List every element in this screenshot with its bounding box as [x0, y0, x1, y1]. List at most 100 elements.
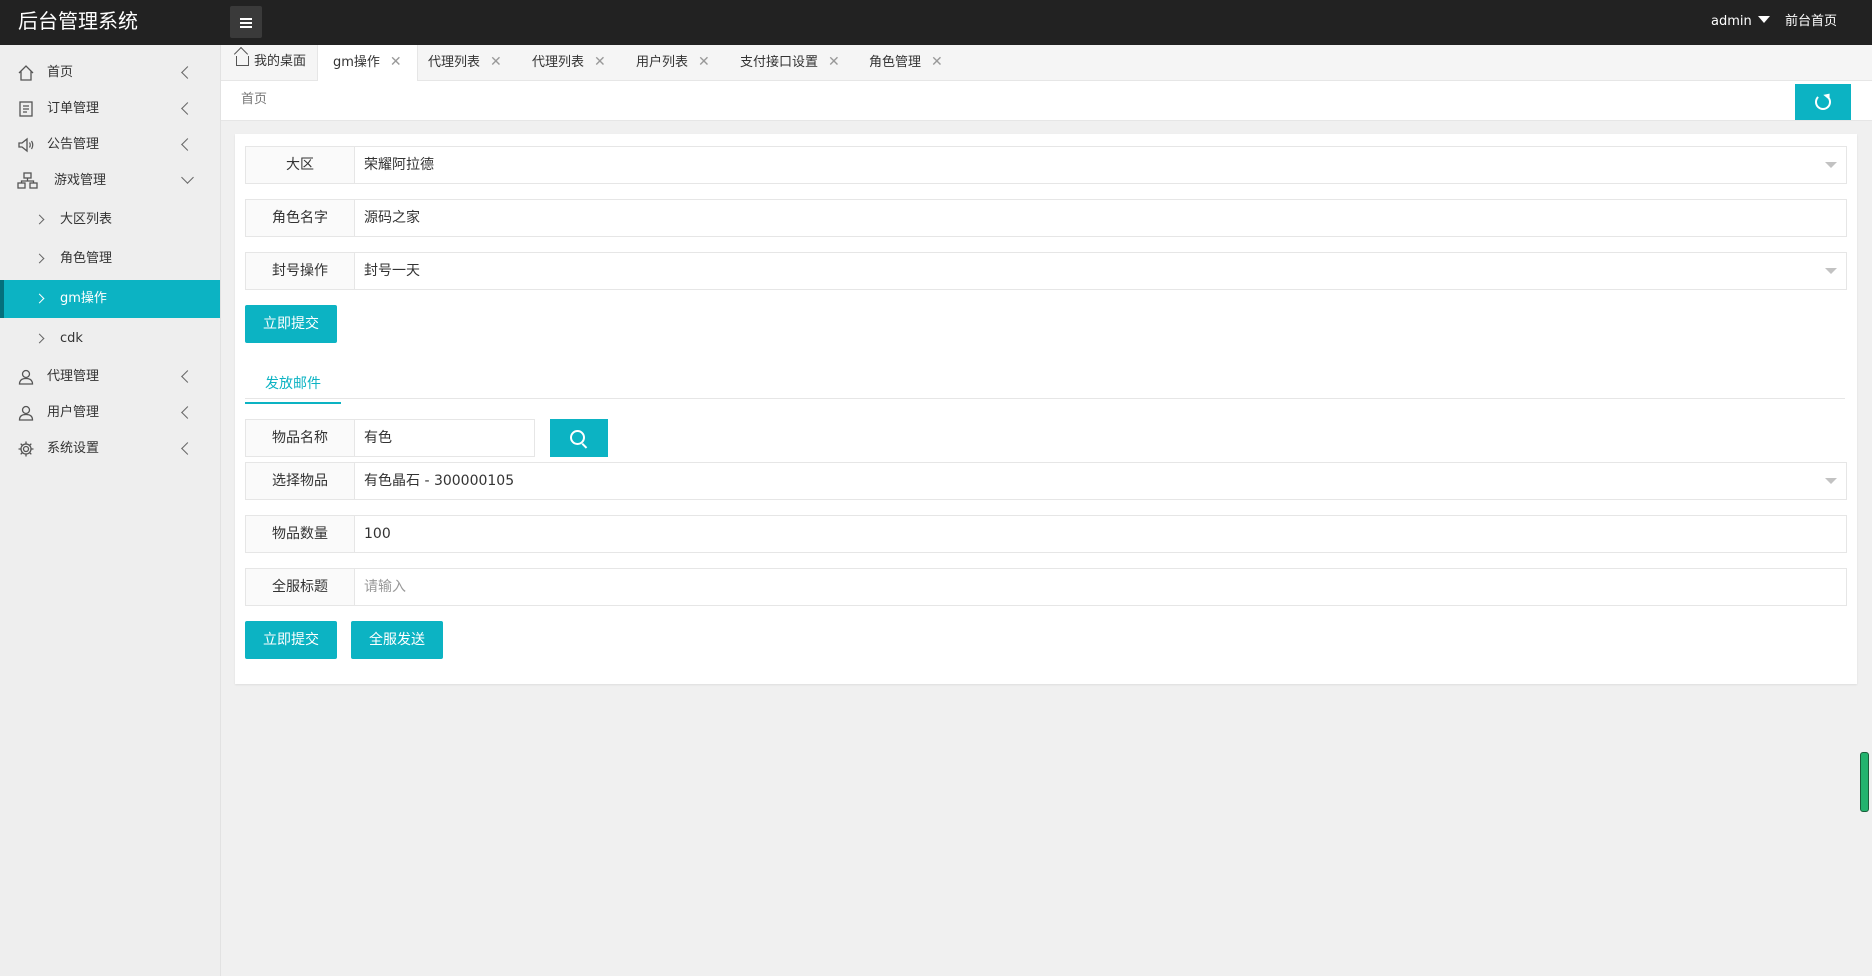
sidebar-subitem-gm[interactable]: gm操作: [0, 280, 220, 318]
sidebar-item-label: 用户管理: [47, 405, 100, 420]
mail-submit-button[interactable]: 立即提交: [245, 621, 337, 659]
refresh-icon: [1815, 94, 1831, 110]
sidebar-item-label: 公告管理: [47, 137, 100, 152]
tab-label: 角色管理: [869, 55, 922, 70]
tab-user-list[interactable]: 用户列表 ✕: [636, 45, 710, 80]
breadcrumb[interactable]: 首页: [241, 81, 267, 119]
tab-label: gm操作: [333, 55, 380, 70]
frontend-home-link[interactable]: 前台首页: [1785, 0, 1837, 43]
tab-payment-settings[interactable]: 支付接口设置 ✕: [740, 45, 840, 80]
server-title-input[interactable]: 请输入: [354, 568, 1847, 606]
sidebar-item-announcements[interactable]: 公告管理: [0, 127, 220, 163]
sidebar-item-orders[interactable]: 订单管理: [0, 91, 220, 127]
username: admin: [1711, 14, 1752, 29]
divider: [245, 398, 1845, 399]
tab-label: 用户列表: [636, 55, 689, 70]
chevron-down-icon: [181, 171, 194, 184]
tab-role-management[interactable]: 角色管理 ✕: [869, 45, 943, 80]
caret-down-icon: [1757, 16, 1770, 23]
tab-label: 代理列表: [532, 55, 585, 70]
sidebar-item-label: 首页: [47, 65, 74, 80]
sidebar-subitem-cdk[interactable]: cdk: [0, 320, 220, 358]
tab-label: 代理列表: [428, 55, 481, 70]
sitemap-icon: [17, 172, 38, 189]
tab-agent-list[interactable]: 代理列表 ✕: [428, 45, 502, 80]
sidebar-subitem-label: 角色管理: [60, 251, 113, 266]
chevron-left-icon: [181, 370, 194, 383]
search-button[interactable]: [550, 419, 608, 457]
chevron-left-icon: [181, 138, 194, 151]
dropdown-arrow-icon: [1825, 162, 1837, 168]
sidebar: 首页 订单管理 公告管理 游戏管理 大区列表 角色管理 gm操作 cdk 代理管…: [0, 45, 221, 976]
server-title-label: 全服标题: [245, 568, 355, 606]
hamburger-icon-line: [240, 26, 252, 28]
sidebar-item-label: 订单管理: [47, 101, 100, 116]
user-menu[interactable]: admin: [1711, 0, 1770, 43]
select-item-label: 选择物品: [245, 462, 355, 500]
gear-icon: [18, 441, 34, 457]
user-icon: [18, 369, 34, 385]
dropdown-arrow-icon: [1825, 478, 1837, 484]
dropdown-arrow-icon: [1825, 268, 1837, 274]
close-icon[interactable]: ✕: [390, 45, 402, 79]
speaker-icon: [18, 137, 34, 153]
close-icon[interactable]: ✕: [828, 45, 840, 79]
region-row: 大区 荣耀阿拉德: [245, 146, 1847, 184]
server-title-row: 全服标题 请输入: [245, 568, 1847, 606]
search-icon: [570, 430, 585, 445]
broadcast-send-button[interactable]: 全服发送: [351, 621, 443, 659]
tab-label: 支付接口设置: [740, 55, 819, 70]
menu-toggle-button[interactable]: [230, 6, 262, 38]
sidebar-subitem-label: gm操作: [60, 291, 107, 306]
close-icon[interactable]: ✕: [931, 45, 943, 79]
close-icon[interactable]: ✕: [594, 45, 606, 79]
select-item-select[interactable]: 有色晶石 - 300000105: [354, 462, 1847, 500]
sidebar-item-home[interactable]: 首页: [0, 55, 220, 91]
app-title: 后台管理系统: [18, 9, 138, 33]
sidebar-item-label: 游戏管理: [54, 173, 107, 188]
sidebar-item-game[interactable]: 游戏管理: [0, 163, 220, 199]
chevron-left-icon: [181, 66, 194, 79]
sidebar-item-label: 系统设置: [47, 441, 100, 456]
chevron-right-icon: [34, 214, 45, 225]
item-name-row: 物品名称 有色: [245, 419, 535, 457]
item-name-input[interactable]: 有色: [354, 419, 535, 457]
tab-label: 我的桌面: [254, 54, 307, 69]
role-name-label: 角色名字: [245, 199, 355, 237]
chevron-left-icon: [181, 442, 194, 455]
close-icon[interactable]: ✕: [698, 45, 710, 79]
ban-select[interactable]: 封号一天: [354, 252, 1847, 290]
tab-my-desktop[interactable]: 我的桌面: [236, 45, 306, 80]
tab-bar: 我的桌面 gm操作 ✕ 代理列表 ✕ 代理列表 ✕ 用户列表 ✕ 支付接口设置 ✕ 角色管…: [221, 45, 1872, 81]
sidebar-subitem-roles[interactable]: 角色管理: [0, 240, 220, 278]
sidebar-item-settings[interactable]: 系统设置: [0, 431, 220, 467]
refresh-button[interactable]: [1795, 84, 1851, 120]
quantity-input[interactable]: 100: [354, 515, 1847, 553]
quantity-label: 物品数量: [245, 515, 355, 553]
sidebar-item-agents[interactable]: 代理管理: [0, 359, 220, 395]
hamburger-icon: [240, 18, 252, 20]
ban-label: 封号操作: [245, 252, 355, 290]
home-icon: [236, 56, 249, 66]
chevron-right-icon: [34, 253, 45, 264]
sidebar-subitem-regions[interactable]: 大区列表: [0, 201, 220, 239]
document-icon: [19, 101, 33, 117]
tab-send-mail[interactable]: 发放邮件: [245, 366, 341, 404]
home-icon: [18, 65, 34, 81]
tab-gm[interactable]: gm操作 ✕: [317, 45, 418, 81]
select-item-row: 选择物品 有色晶石 - 300000105: [245, 462, 1847, 500]
sidebar-subitem-label: cdk: [60, 331, 83, 346]
scrollbar-handle[interactable]: [1860, 752, 1869, 812]
sidebar-subitem-label: 大区列表: [60, 212, 113, 227]
chevron-right-icon: [34, 293, 45, 304]
item-name-label: 物品名称: [245, 419, 355, 457]
tab-agent-list-2[interactable]: 代理列表 ✕: [532, 45, 606, 80]
user-icon: [18, 405, 34, 421]
role-name-input[interactable]: 源码之家: [354, 199, 1847, 237]
close-icon[interactable]: ✕: [490, 45, 502, 79]
region-select[interactable]: 荣耀阿拉德: [354, 146, 1847, 184]
quantity-row: 物品数量 100: [245, 515, 1847, 553]
sidebar-item-users[interactable]: 用户管理: [0, 395, 220, 431]
chevron-left-icon: [181, 102, 194, 115]
submit-button[interactable]: 立即提交: [245, 305, 337, 343]
